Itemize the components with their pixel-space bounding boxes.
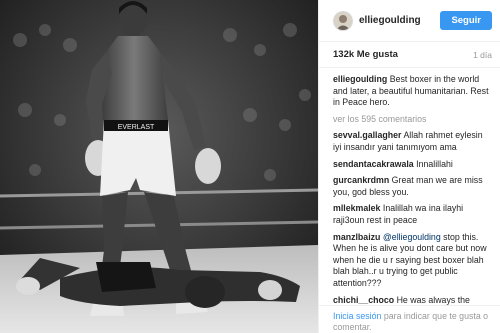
post-side-panel: elliegoulding Seguir 132k Me gusta 1 día… (318, 0, 500, 333)
comment-mention[interactable]: @elliegoulding (383, 232, 441, 242)
post-photo[interactable]: EVERLAST (0, 0, 318, 333)
boxing-photo: EVERLAST (0, 0, 318, 333)
comment-item: gurcankrdmn Great man we are miss you, g… (333, 175, 492, 198)
post-header: elliegoulding Seguir (319, 0, 500, 42)
comment-username[interactable]: sendantacakrawala (333, 159, 414, 169)
comment-text: Innalillahi (416, 158, 453, 169)
comment-item: sendantacakrawala Innalillahi (333, 159, 492, 171)
post-time[interactable]: 1 día (473, 50, 492, 60)
comment-username[interactable]: gurcankrdmn (333, 175, 389, 185)
post-meta: 132k Me gusta 1 día (319, 42, 500, 68)
comment-item: manzlbaizu @elliegoulding stop this. Whe… (333, 232, 492, 290)
view-all-comments-link[interactable]: ver los 595 comentarios (333, 114, 492, 126)
header-username[interactable]: elliegoulding (359, 15, 440, 26)
comment-item: mllekmalek Inalillah wa ina ilayhi raji3… (333, 203, 492, 226)
comments-list: elliegoulding Best boxer in the world an… (319, 68, 500, 329)
instagram-post: EVERLAST elliegoulding Seguir 132k Me gu… (0, 0, 500, 333)
login-prompt: Inicia sesión para indicar que te gusta … (319, 305, 500, 333)
trunks-brand: EVERLAST (118, 124, 155, 131)
login-link[interactable]: Inicia sesión (333, 311, 381, 321)
likes-count[interactable]: 132k Me gusta (333, 49, 398, 60)
avatar[interactable] (333, 10, 353, 31)
comment-username[interactable]: manzlbaizu (333, 232, 380, 242)
comment-username[interactable]: mllekmalek (333, 203, 380, 213)
follow-button[interactable]: Seguir (440, 11, 492, 30)
caption: elliegoulding Best boxer in the world an… (333, 74, 492, 109)
comment-item: sevval.gallagher Allah rahmet eylesin iy… (333, 130, 492, 153)
avatar-image (334, 11, 352, 30)
caption-username[interactable]: elliegoulding (333, 74, 387, 84)
comment-username[interactable]: sevval.gallagher (333, 130, 401, 140)
comment-username[interactable]: chichi__choco (333, 295, 394, 305)
